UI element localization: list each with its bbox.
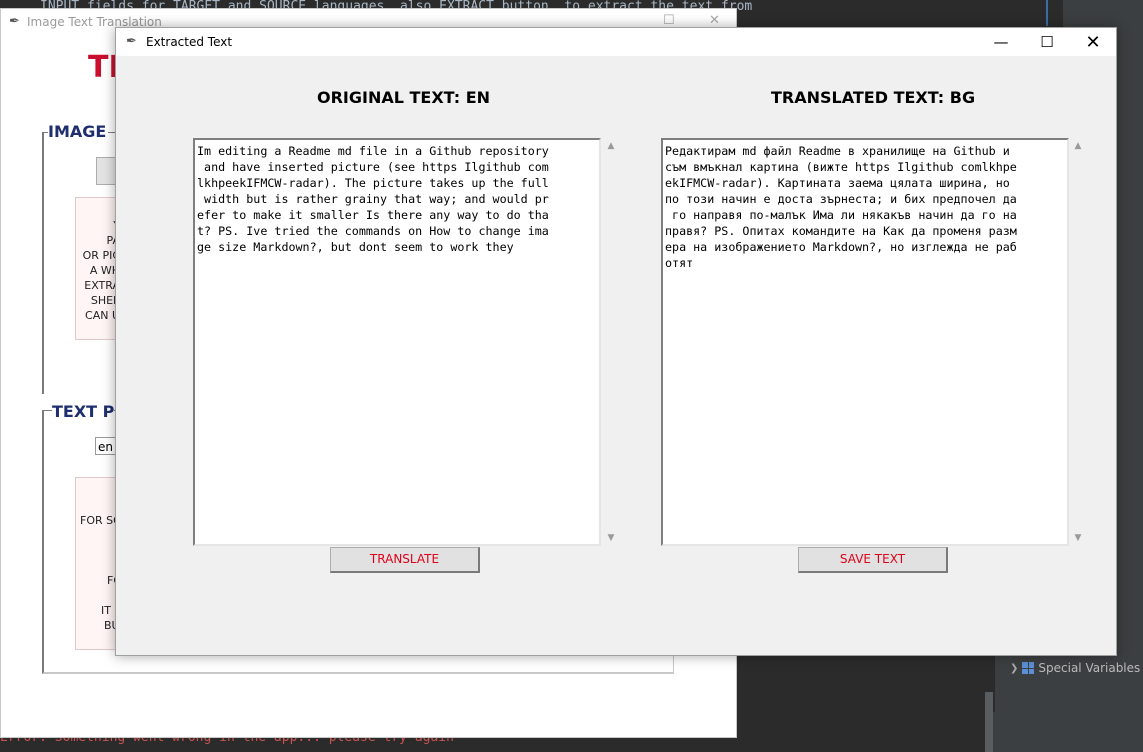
- text-line: width but is rather grainy that way; and…: [197, 192, 549, 206]
- window-titlebar[interactable]: ✒ Extracted Text — ☐ ✕: [116, 28, 1116, 56]
- feather-icon: ✒: [126, 34, 137, 49]
- extracted-text-window: ✒ Extracted Text — ☐ ✕ ORIGINAL TEXT: EN…: [115, 27, 1117, 656]
- text-line: efer to make it smaller Is there any way…: [197, 208, 549, 222]
- text-frame-label: TEXT P: [52, 402, 115, 421]
- save-text-button[interactable]: SAVE TEXT: [798, 547, 948, 573]
- maximize-icon[interactable]: ☐: [663, 13, 675, 28]
- original-text-scrollbar[interactable]: ▲ ▼: [602, 138, 620, 546]
- info-line: CAN U: [85, 309, 120, 322]
- variables-grid-icon: [1022, 662, 1035, 674]
- minimize-icon[interactable]: —: [978, 28, 1024, 56]
- close-icon[interactable]: ✕: [709, 13, 720, 28]
- scroll-down-icon[interactable]: ▼: [602, 530, 620, 546]
- ide-special-variables-item[interactable]: ❯ Special Variables: [1010, 660, 1140, 676]
- text-line: ера на изображението Markdown?, но изгле…: [665, 240, 1017, 254]
- text-line: правя? PS. Опитах командите на Как да пр…: [665, 224, 1017, 238]
- info-line: A WH: [89, 264, 120, 277]
- scroll-down-icon[interactable]: ▼: [1069, 530, 1087, 546]
- translated-text-area[interactable]: Редактирам md файл Readme в хранилище на…: [661, 138, 1069, 546]
- info-line: Y: [76, 218, 120, 233]
- text-line: ekIFMCW-radar). Картината заема цялата ш…: [665, 176, 1010, 190]
- text-line: съм вмъкнал картина (вижте https Ilgithu…: [665, 160, 1017, 174]
- text-line: по този начин е доста зърнеста; и бих пр…: [665, 192, 1017, 206]
- info-line: SHEE: [90, 294, 120, 307]
- image-frame-label: IMAGE: [48, 122, 109, 141]
- chevron-right-icon: ❯: [1010, 662, 1019, 674]
- window-title: Extracted Text: [146, 35, 233, 49]
- translate-button[interactable]: TRANSLATE: [330, 547, 480, 573]
- info-line: OR PIC: [82, 249, 120, 262]
- info-line: PA: [106, 234, 120, 247]
- text-line: го направя по-малък Има ли някакъв начин…: [665, 208, 1017, 222]
- original-text-area[interactable]: Im editing a Readme md file in a Github …: [193, 138, 601, 546]
- text-line: t? PS. Ive tried the commands on How to …: [197, 224, 549, 238]
- text-line: lkhpeekIFMCW-radar). The picture takes u…: [197, 176, 549, 190]
- original-text-title: ORIGINAL TEXT: EN: [317, 88, 491, 107]
- scroll-up-icon[interactable]: ▲: [602, 138, 620, 154]
- maximize-icon[interactable]: ☐: [1024, 28, 1070, 56]
- text-line: отят: [665, 256, 694, 270]
- info-line: EXTRA: [84, 279, 120, 292]
- scroll-up-icon[interactable]: ▲: [1069, 138, 1087, 154]
- special-variables-label: Special Variables: [1038, 661, 1141, 675]
- text-line: and have inserted picture (see https Ilg…: [197, 160, 549, 174]
- close-icon[interactable]: ✕: [1070, 28, 1116, 56]
- feather-icon: ✒: [9, 14, 20, 29]
- text-line: Редактирам md файл Readme в хранилище на…: [665, 144, 1010, 158]
- ide-scrollbar[interactable]: [985, 692, 993, 752]
- text-line: Im editing a Readme md file in a Github …: [197, 144, 549, 158]
- text-line: ge size Markdown?, but dont seem to work…: [197, 240, 514, 254]
- translated-text-scrollbar[interactable]: ▲ ▼: [1069, 138, 1087, 546]
- ide-gutter-marker: [1046, 0, 1048, 26]
- translated-text-title: TRANSLATED TEXT: BG: [771, 88, 976, 107]
